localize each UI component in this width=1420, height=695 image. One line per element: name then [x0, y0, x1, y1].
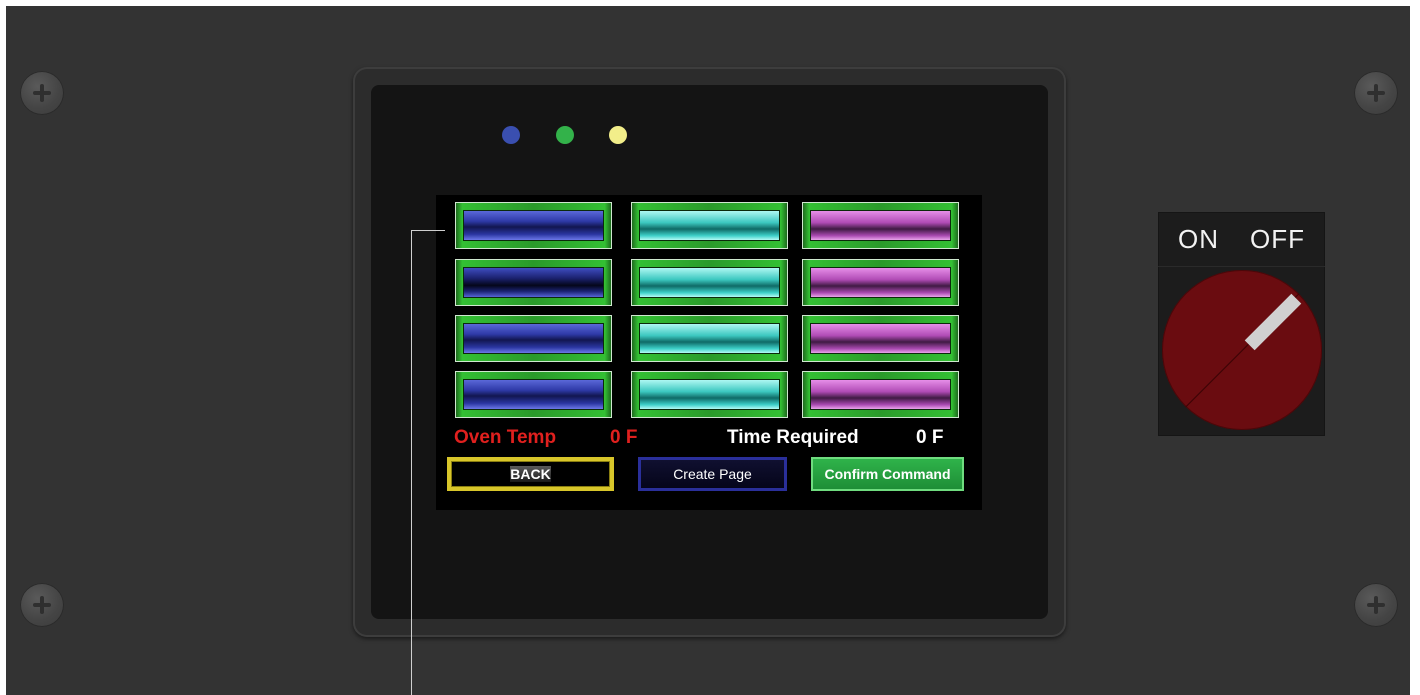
grid-button-r4-cyan[interactable] [631, 371, 788, 418]
confirm-command-button[interactable]: Confirm Command [811, 457, 964, 491]
screw-top-right-icon [1354, 71, 1398, 115]
grid-button-r3-cyan[interactable] [631, 315, 788, 362]
time-required-value: 0 F [916, 427, 944, 448]
grid-button-r2-magenta[interactable] [802, 259, 959, 306]
grid-button-r4-blue[interactable] [455, 371, 612, 418]
switch-label-strip: ON OFF [1158, 212, 1325, 267]
screw-bottom-left-icon [20, 583, 64, 627]
grid-button-r1-cyan[interactable] [631, 202, 788, 249]
led-yellow-icon [609, 126, 627, 144]
grid-button-r3-magenta[interactable] [802, 315, 959, 362]
switch-off-label: OFF [1250, 224, 1305, 254]
oven-temp-value: 0 F [610, 427, 638, 448]
create-page-button[interactable]: Create Page [638, 457, 787, 491]
grid-button-r1-blue[interactable] [455, 202, 612, 249]
back-button[interactable]: BACK [447, 457, 614, 491]
callout-line-horizontal [411, 230, 445, 231]
screw-top-left-icon [20, 71, 64, 115]
screw-bottom-right-icon [1354, 583, 1398, 627]
grid-button-r2-cyan[interactable] [631, 259, 788, 306]
time-required-label: Time Required [727, 427, 859, 448]
grid-button-r3-blue[interactable] [455, 315, 612, 362]
back-button-label: BACK [510, 466, 551, 482]
power-switch-knob[interactable] [1162, 270, 1322, 430]
led-green-icon [556, 126, 574, 144]
callout-line-vertical [411, 230, 412, 695]
grid-button-r4-magenta[interactable] [802, 371, 959, 418]
grid-button-r2-blue[interactable] [455, 259, 612, 306]
grid-button-r1-magenta[interactable] [802, 202, 959, 249]
switch-on-label: ON [1178, 224, 1219, 254]
oven-temp-label: Oven Temp [454, 427, 557, 448]
led-blue-icon [502, 126, 520, 144]
